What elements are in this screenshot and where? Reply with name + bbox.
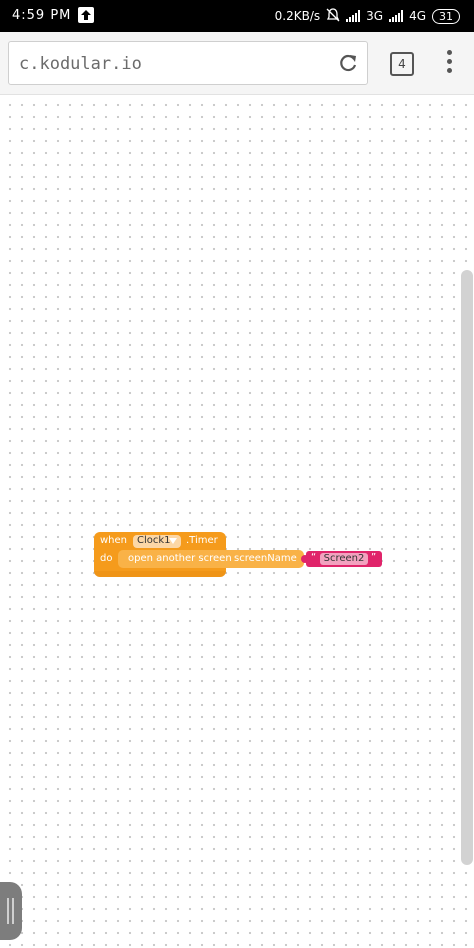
event-name: .Timer [186, 535, 218, 546]
network-speed: 0.2KB/s [274, 9, 321, 23]
text-value[interactable]: Screen2 [320, 553, 368, 565]
vertical-scrollbar[interactable] [461, 270, 473, 865]
drawer-handle[interactable] [0, 882, 22, 940]
reload-icon[interactable] [337, 52, 359, 74]
tabs-button[interactable]: 4 [390, 52, 414, 76]
blocks-workspace[interactable] [0, 95, 474, 948]
method-name: open another screen [128, 553, 232, 564]
status-bar: 4:59 PM 0.2KB/s 3G 4G 31 [0, 0, 474, 32]
quote-left: “ [311, 552, 317, 563]
block-do-label: do [100, 553, 113, 564]
browser-toolbar: c.kodular.io 4 [0, 32, 474, 95]
upload-icon [78, 7, 94, 23]
signal-icon [389, 10, 404, 22]
battery-icon: 31 [432, 8, 460, 24]
component-name: Clock1 [137, 535, 171, 546]
signal-icon [346, 10, 361, 22]
quote-right: ” [371, 552, 377, 563]
component-dropdown[interactable]: Clock1 [133, 535, 181, 548]
status-time: 4:59 PM [12, 8, 72, 23]
status-indicators: 0.2KB/s 3G 4G 31 [275, 6, 460, 26]
url-text: c.kodular.io [19, 54, 142, 74]
block-when-label: when [100, 535, 128, 546]
network-type-1: 3G [366, 9, 384, 23]
dropdown-arrow-icon [169, 538, 177, 544]
network-type-2: 4G [409, 9, 426, 23]
overflow-menu-icon[interactable] [444, 50, 454, 78]
address-bar[interactable]: c.kodular.io [8, 41, 368, 85]
param-name: screenName [234, 553, 297, 564]
notification-off-icon [326, 7, 340, 25]
